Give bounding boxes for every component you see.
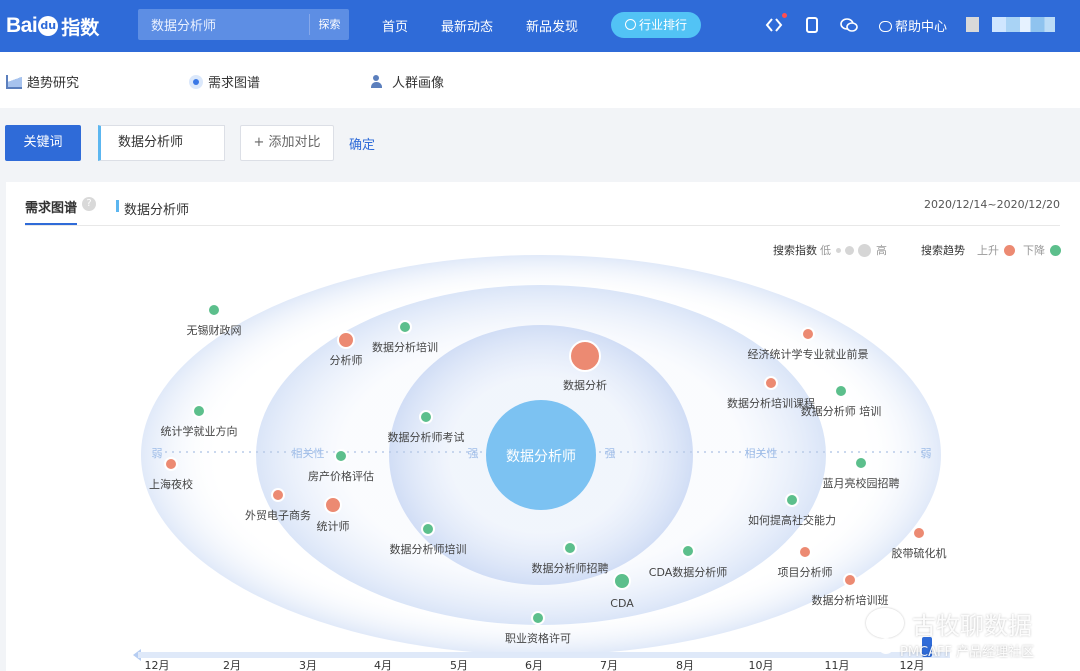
keyword-node-label[interactable]: 数据分析师培训 [390,541,467,557]
keyword-node[interactable] [398,320,412,334]
axis-strong-left: 强 [467,447,479,460]
keyword-node-label[interactable]: 上海夜校 [149,476,193,492]
keyword-node[interactable] [419,410,433,424]
keyword-node-label[interactable]: 数据分析师招聘 [532,560,609,576]
keyword-node-label[interactable]: 分析师 [330,352,363,368]
pmcaff-watermark-icon [878,638,894,654]
keyword-node-label[interactable]: 胶带硫化机 [892,545,947,561]
keyword-node[interactable] [854,456,868,470]
watermark-subtext: PMCAFF 产品经理社区 [900,645,1035,660]
timeline-month-label: 10月 [748,659,774,671]
keyword-node-label[interactable]: 外贸电子商务 [245,507,311,523]
axis-weak-right: 弱 [920,447,932,460]
keyword-node[interactable] [207,303,221,317]
keyword-node-label[interactable]: 职业资格许可 [505,630,571,646]
keyword-node[interactable] [271,488,285,502]
keyword-node-label[interactable]: 如何提高社交能力 [748,512,836,528]
keyword-node-label[interactable]: 数据分析培训 [372,339,438,355]
wechat-watermark-icon [866,608,904,638]
keyword-node[interactable] [421,522,435,536]
keyword-node[interactable] [613,572,631,590]
timeline-month-label: 7月 [600,659,618,671]
keyword-node[interactable] [164,457,178,471]
timeline-month-label: 8月 [676,659,694,671]
timeline-month-label: 2月 [223,659,241,671]
keyword-node[interactable] [531,611,545,625]
keyword-node[interactable] [834,384,848,398]
keyword-node[interactable] [764,376,778,390]
keyword-node-label[interactable]: 数据分析培训班 [812,592,889,608]
axis-weak-left: 弱 [151,447,163,460]
keyword-node-label[interactable]: 项目分析师 [778,564,833,580]
keyword-node-label[interactable]: 数据分析 [563,377,607,393]
timeline-month-label: 4月 [374,659,392,671]
keyword-node[interactable] [334,449,348,463]
keyword-node-label[interactable]: 数据分析师考试 [388,429,465,445]
keyword-node[interactable] [563,541,577,555]
keyword-node-label[interactable]: CDA数据分析师 [649,564,727,580]
timeline-month-label: 12月 [144,659,170,671]
keyword-node[interactable] [569,340,601,372]
watermark-text: 古牧聊数据 [912,612,1032,640]
demand-graph: 数据分析师 弱 相关性 强 强 相关性 弱 无锡财政网分析师 数据分析培训数据分析… [0,0,1074,671]
timeline-month-label: 5月 [450,659,468,671]
keyword-node[interactable] [801,327,815,341]
keyword-node[interactable] [785,493,799,507]
center-keyword-label: 数据分析师 [506,449,576,465]
timeline-month-label: 3月 [299,659,317,671]
keyword-node[interactable] [912,526,926,540]
keyword-node[interactable] [324,496,342,514]
keyword-node[interactable] [681,544,695,558]
keyword-node-label[interactable]: 蓝月亮校园招聘 [823,475,900,491]
keyword-node-label[interactable]: CDA [610,597,633,610]
axis-relevance-left: 相关性 [291,447,325,460]
axis-strong-right: 强 [604,447,616,460]
timeline-month-label: 11月 [824,659,850,671]
keyword-node[interactable] [337,331,355,349]
timeline-month-label: 6月 [525,659,543,671]
keyword-node[interactable] [192,404,206,418]
keyword-node-label[interactable]: 经济统计学专业就业前景 [748,346,869,362]
keyword-node-label[interactable]: 统计学就业方向 [161,423,238,439]
keyword-node-label[interactable]: 无锡财政网 [187,322,242,338]
keyword-node-label[interactable]: 统计师 [317,518,350,534]
keyword-node-label[interactable]: 房产价格评估 [308,468,374,484]
keyword-node[interactable] [843,573,857,587]
keyword-node[interactable] [798,545,812,559]
axis-relevance-right: 相关性 [744,447,778,460]
keyword-node-label[interactable]: 数据分析师 培训 [801,403,882,419]
